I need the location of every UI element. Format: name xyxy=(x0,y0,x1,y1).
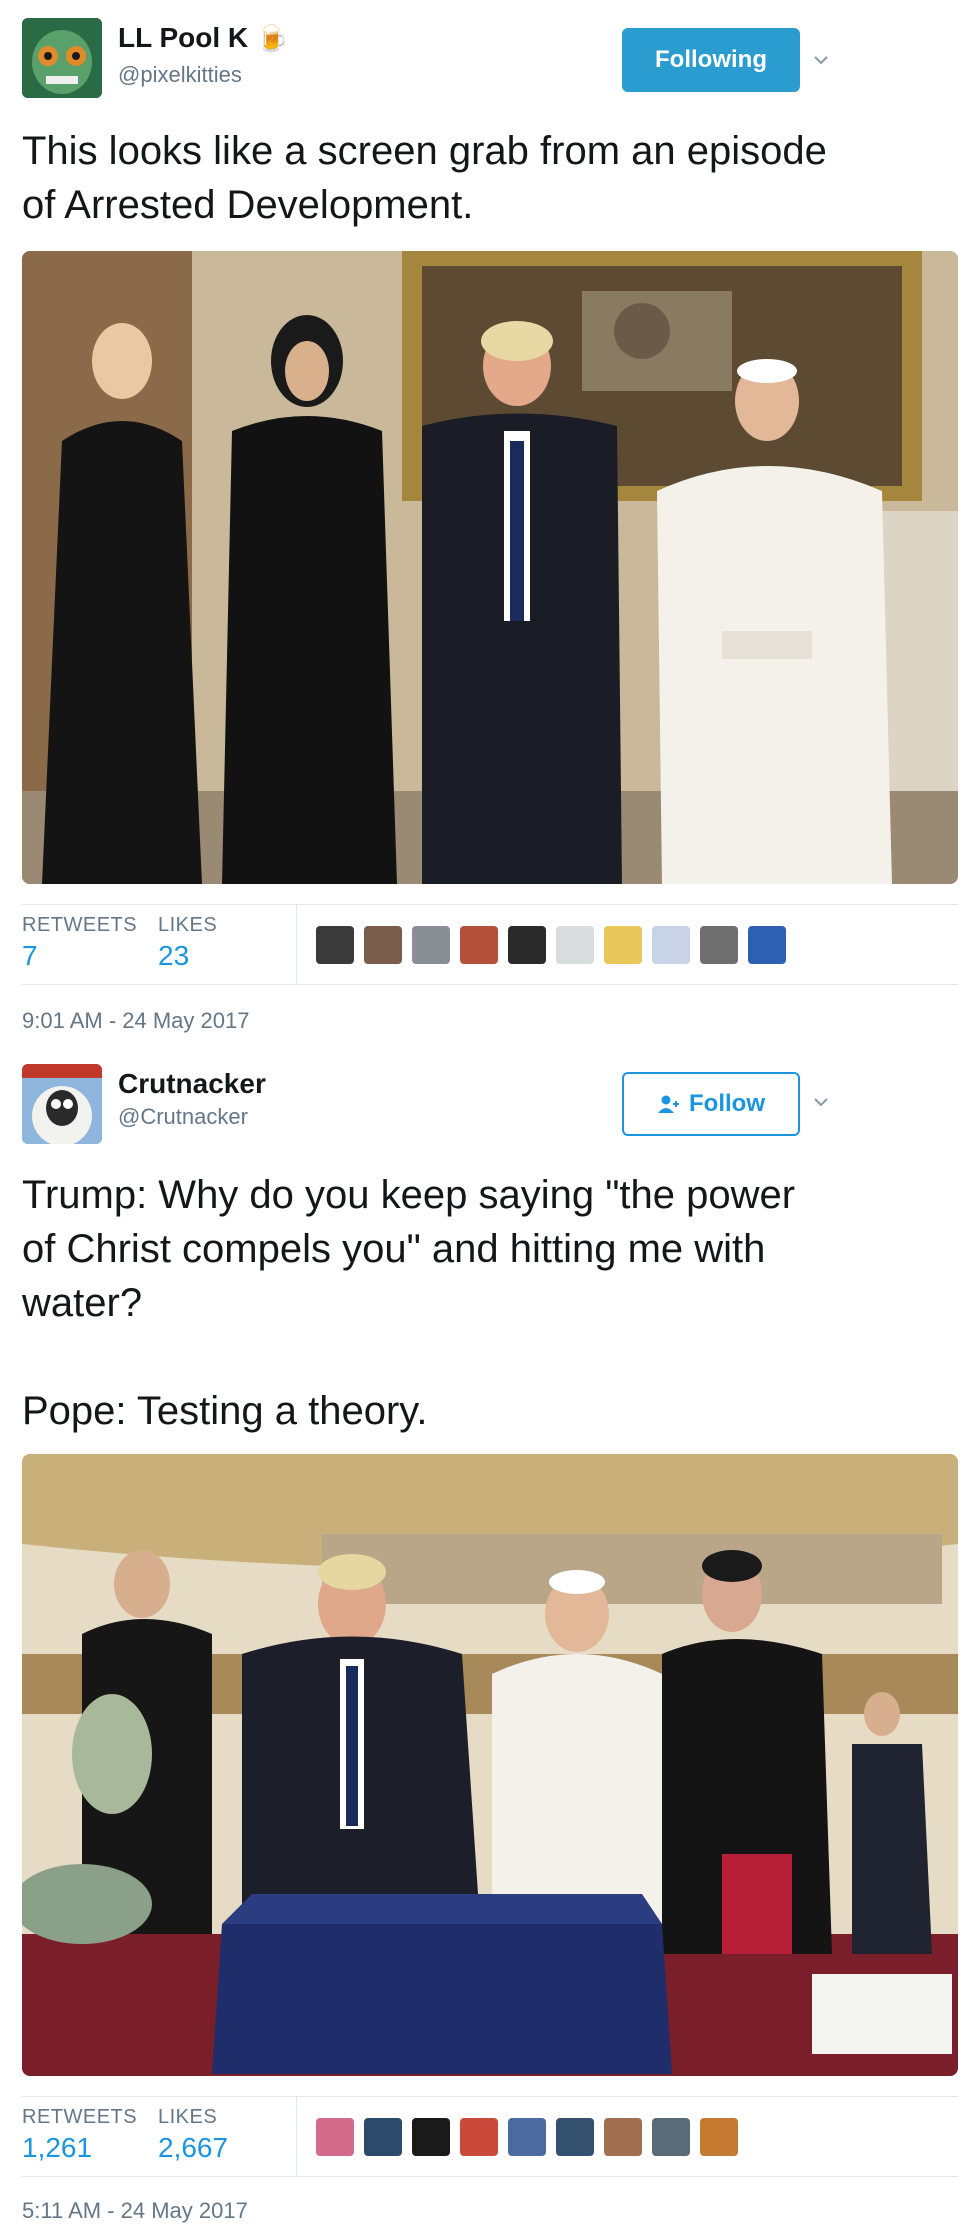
retweets-count[interactable]: 1,261 xyxy=(22,2132,92,2164)
stats-separator xyxy=(296,904,297,984)
display-name-text: LL Pool K xyxy=(118,22,249,53)
tweet-text-line: of Arrested Development. xyxy=(22,183,474,227)
timestamp[interactable]: 9:01 AM - 24 May 2017 xyxy=(22,1008,249,1034)
liker-avatar[interactable] xyxy=(316,926,354,964)
liker-avatar[interactable] xyxy=(412,926,450,964)
avatar-mask-image xyxy=(22,18,102,98)
liker-avatar[interactable] xyxy=(604,926,642,964)
following-button[interactable]: Following xyxy=(622,28,800,92)
display-name[interactable]: Crutnacker xyxy=(118,1068,266,1100)
display-name[interactable]: LL Pool K 🍺 xyxy=(118,22,288,54)
liker-avatar[interactable] xyxy=(604,2118,642,2156)
user-handle[interactable]: @Crutnacker xyxy=(118,1104,248,1130)
divider xyxy=(22,2176,958,2177)
liker-avatar[interactable] xyxy=(556,926,594,964)
tweet-photo[interactable] xyxy=(22,251,958,884)
tweet-photo[interactable] xyxy=(22,1454,958,2076)
liker-avatar[interactable] xyxy=(556,2118,594,2156)
stats-separator xyxy=(296,2096,297,2176)
avatar[interactable] xyxy=(22,18,102,98)
follow-button-label: Follow xyxy=(689,1090,765,1117)
liker-avatar[interactable] xyxy=(460,2118,498,2156)
tweet-text: This looks like a screen grab from an ep… xyxy=(22,124,962,232)
liker-avatar[interactable] xyxy=(700,2118,738,2156)
liker-avatar[interactable] xyxy=(652,926,690,964)
liker-avatar[interactable] xyxy=(508,2118,546,2156)
tweet-text: Trump: Why do you keep saying "the power… xyxy=(22,1168,962,1438)
tweet-text-line: of Christ compels you" and hitting me wi… xyxy=(22,1227,766,1271)
liker-avatar[interactable] xyxy=(652,2118,690,2156)
tweet-text-line: This looks like a screen grab from an ep… xyxy=(22,129,827,173)
person-plus-icon xyxy=(658,1095,679,1113)
liker-avatar[interactable] xyxy=(364,2118,402,2156)
vatican-meeting-photo xyxy=(22,251,958,884)
liker-avatars xyxy=(316,2118,738,2156)
avatar-sheep-image xyxy=(22,1064,102,1144)
divider xyxy=(22,984,958,985)
tweet-text-line: water? xyxy=(22,1281,143,1325)
vatican-gift-photo xyxy=(22,1454,958,2076)
likes-label[interactable]: LIKES xyxy=(158,914,217,937)
liker-avatar[interactable] xyxy=(700,926,738,964)
follow-button[interactable]: Follow xyxy=(622,1072,800,1136)
liker-avatar[interactable] xyxy=(364,926,402,964)
tweet-1: LL Pool K 🍺 @pixelkitties Following This… xyxy=(0,0,980,1050)
chevron-down-icon[interactable] xyxy=(812,51,830,69)
liker-avatars xyxy=(316,926,786,964)
liker-avatar[interactable] xyxy=(508,926,546,964)
avatar[interactable] xyxy=(22,1064,102,1144)
beer-emoji-icon: 🍺 xyxy=(255,23,289,53)
likes-label[interactable]: LIKES xyxy=(158,2106,217,2129)
user-handle[interactable]: @pixelkitties xyxy=(118,62,242,88)
tweet-2: Crutnacker @Crutnacker Follow Trump: Why… xyxy=(0,1050,980,2239)
chevron-down-icon[interactable] xyxy=(812,1093,830,1111)
divider xyxy=(22,904,958,905)
likes-count[interactable]: 2,667 xyxy=(158,2132,228,2164)
liker-avatar[interactable] xyxy=(316,2118,354,2156)
timestamp[interactable]: 5:11 AM - 24 May 2017 xyxy=(22,2198,248,2224)
retweets-label[interactable]: RETWEETS xyxy=(22,914,137,937)
liker-avatar[interactable] xyxy=(460,926,498,964)
retweets-count[interactable]: 7 xyxy=(22,940,38,972)
tweet-text-line: Trump: Why do you keep saying "the power xyxy=(22,1173,796,1217)
tweet-text-blank-line xyxy=(22,1330,962,1384)
divider xyxy=(22,2096,958,2097)
likes-count[interactable]: 23 xyxy=(158,940,189,972)
liker-avatar[interactable] xyxy=(412,2118,450,2156)
tweet-text-line: Pope: Testing a theory. xyxy=(22,1389,428,1433)
retweets-label[interactable]: RETWEETS xyxy=(22,2106,137,2129)
liker-avatar[interactable] xyxy=(748,926,786,964)
